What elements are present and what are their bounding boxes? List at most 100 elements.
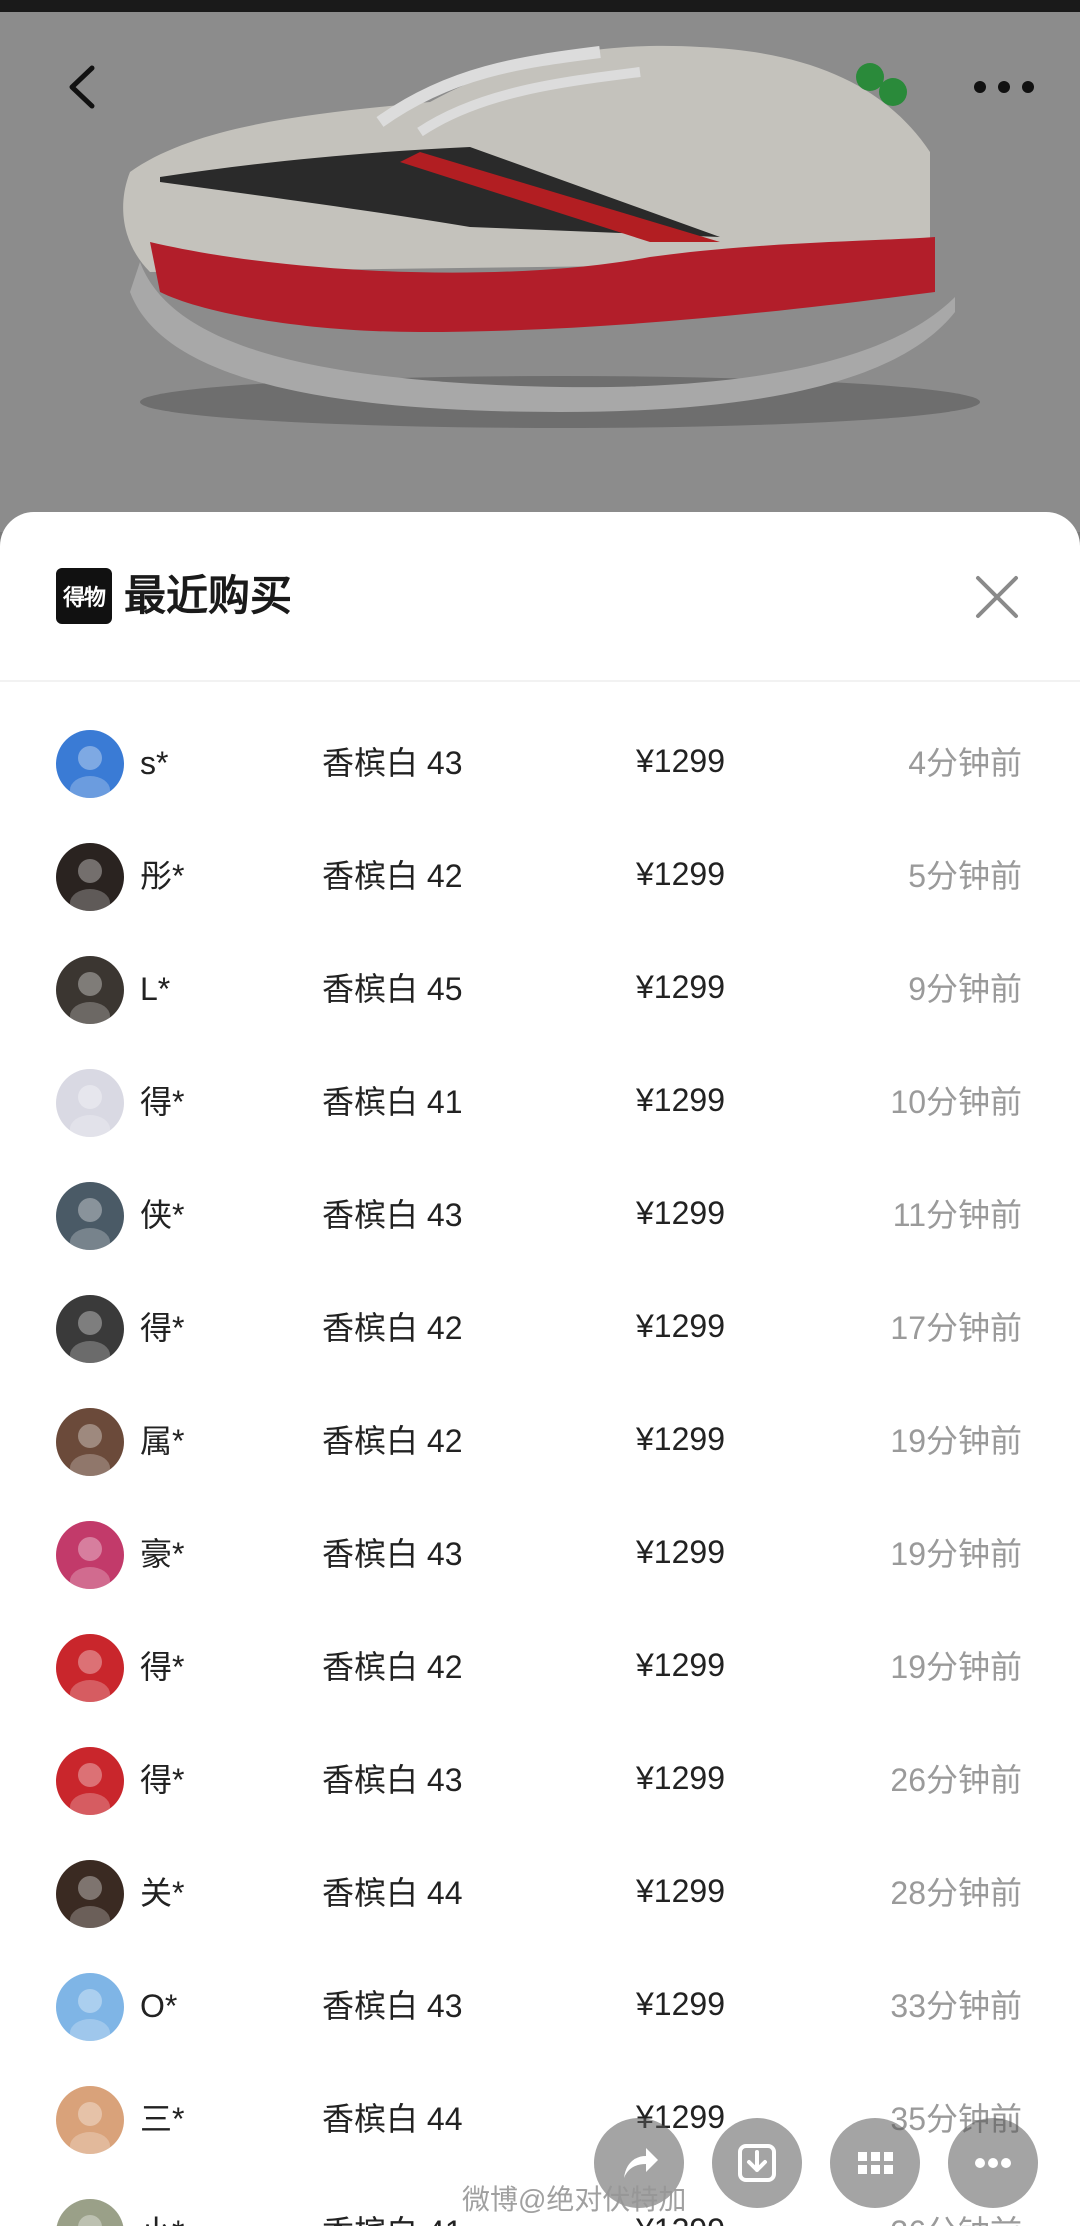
avatar-image	[56, 1860, 124, 1928]
close-button[interactable]	[972, 572, 1022, 622]
more-button[interactable]	[960, 57, 1050, 117]
chevron-left-icon	[69, 65, 95, 109]
product-spec: 香槟白 41	[322, 1084, 463, 1120]
purchase-price: ¥1299	[636, 1082, 725, 1118]
purchase-row: 侠* 香槟白 43 ¥1299 11分钟前	[0, 1160, 1080, 1273]
buyer-name: 三*	[140, 2101, 185, 2137]
purchase-row: O* 香槟白 43 ¥1299 33分钟前	[0, 1951, 1080, 2064]
purchase-row: 得* 香槟白 41 ¥1299 10分钟前	[0, 1047, 1080, 1160]
product-spec: 香槟白 45	[322, 971, 463, 1007]
buyer-name: s*	[140, 745, 169, 781]
purchase-time: 19分钟前	[890, 1649, 1022, 1685]
product-spec: 香槟白 43	[322, 1197, 463, 1233]
purchase-time: 19分钟前	[890, 1536, 1022, 1572]
purchase-row: 得* 香槟白 42 ¥1299 17分钟前	[0, 1273, 1080, 1386]
sheet-header: 得物 最近购买	[0, 512, 1080, 682]
avatar[interactable]	[56, 1295, 124, 1363]
buyer-name: O*	[140, 1988, 178, 2024]
buyer-name: 彤*	[140, 858, 185, 894]
purchase-price: ¥1299	[636, 1986, 725, 2022]
product-spec: 香槟白 41	[322, 2207, 463, 2226]
grid-icon	[858, 2152, 893, 2174]
purchase-row: 得* 香槟白 43 ¥1299 26分钟前	[0, 1725, 1080, 1838]
purchase-price: ¥1299	[636, 1195, 725, 1231]
avatar-image	[56, 1295, 124, 1363]
more-dots-icon	[975, 2158, 1011, 2168]
product-spec: 香槟白 43	[322, 745, 463, 781]
purchase-time: 19分钟前	[890, 1423, 1022, 1459]
avatar[interactable]	[56, 1860, 124, 1928]
avatar-image	[56, 843, 124, 911]
purchase-time: 10分钟前	[890, 1084, 1022, 1120]
download-button[interactable]	[712, 2118, 802, 2208]
buyer-name: 小*	[140, 2207, 184, 2226]
purchase-price: ¥1299	[636, 1308, 725, 1344]
product-spec: 香槟白 44	[322, 1875, 463, 1911]
avatar-image	[56, 1747, 124, 1815]
avatar-image	[56, 1634, 124, 1702]
avatar[interactable]	[56, 1634, 124, 1702]
purchase-price: ¥1299	[636, 743, 725, 779]
purchase-price: ¥1299	[636, 856, 725, 892]
product-spec: 香槟白 42	[322, 1423, 463, 1459]
avatar[interactable]	[56, 1747, 124, 1815]
avatar[interactable]	[56, 1408, 124, 1476]
product-spec: 香槟白 43	[322, 1988, 463, 2024]
purchase-time: 11分钟前	[892, 1197, 1022, 1233]
sneaker-illustration	[0, 12, 1080, 532]
purchase-price: ¥1299	[636, 1534, 725, 1570]
purchase-time: 33分钟前	[890, 1988, 1022, 2024]
purchase-time: 36分钟前	[890, 2207, 1022, 2226]
watermark: 微博@绝对伏特加	[462, 2184, 687, 2215]
more-dots-icon	[974, 81, 1034, 93]
avatar-image	[56, 1521, 124, 1589]
product-spec: 香槟白 44	[322, 2101, 463, 2137]
purchase-price: ¥1299	[636, 1760, 725, 1796]
avatar-image	[56, 1973, 124, 2041]
avatar-image	[56, 1408, 124, 1476]
download-icon	[738, 2144, 776, 2182]
back-button[interactable]	[50, 52, 120, 122]
product-image	[0, 12, 1080, 532]
grid-button[interactable]	[830, 2118, 920, 2208]
purchase-price: ¥1299	[636, 1421, 725, 1457]
overflow-button[interactable]	[948, 2118, 1038, 2208]
product-spec: 香槟白 43	[322, 1762, 463, 1798]
dewu-logo: 得物	[56, 568, 112, 624]
avatar[interactable]	[56, 1069, 124, 1137]
purchase-row: L* 香槟白 45 ¥1299 9分钟前	[0, 934, 1080, 1047]
purchase-row: s* 香槟白 43 ¥1299 4分钟前	[0, 708, 1080, 821]
buyer-name: L*	[140, 971, 171, 1007]
purchase-time: 26分钟前	[890, 1762, 1022, 1798]
product-spec: 香槟白 43	[322, 1536, 463, 1572]
avatar-image	[56, 1182, 124, 1250]
purchase-price: ¥1299	[636, 1647, 725, 1683]
avatar-image	[56, 730, 124, 798]
status-bar	[0, 0, 1080, 12]
buyer-name: 关*	[140, 1875, 185, 1911]
avatar[interactable]	[56, 730, 124, 798]
product-spec: 香槟白 42	[322, 858, 463, 894]
purchase-price: ¥1299	[636, 969, 725, 1005]
avatar-image	[56, 2199, 124, 2226]
purchase-time: 17分钟前	[890, 1310, 1022, 1346]
purchase-row: 得* 香槟白 42 ¥1299 19分钟前	[0, 1612, 1080, 1725]
purchase-time: 4分钟前	[908, 745, 1022, 781]
avatar[interactable]	[56, 1182, 124, 1250]
avatar[interactable]	[56, 956, 124, 1024]
purchase-time: 28分钟前	[890, 1875, 1022, 1911]
product-spec: 香槟白 42	[322, 1649, 463, 1685]
purchase-time: 5分钟前	[908, 858, 1022, 894]
avatar[interactable]	[56, 2199, 124, 2226]
avatar[interactable]	[56, 2086, 124, 2154]
buyer-name: 豪*	[140, 1536, 185, 1572]
recent-purchases-sheet: 得物 最近购买 s* 香槟白 43 ¥1299 4分钟前彤* 香槟白 42 ¥1299 5分…	[0, 512, 1080, 2226]
buyer-name: 侠*	[140, 1197, 185, 1233]
buyer-name: 得*	[140, 1649, 185, 1685]
purchase-row: 属* 香槟白 42 ¥1299 19分钟前	[0, 1386, 1080, 1499]
avatar-image	[56, 1069, 124, 1137]
avatar[interactable]	[56, 1973, 124, 2041]
avatar[interactable]	[56, 1521, 124, 1589]
buyer-name: 得*	[140, 1762, 185, 1798]
avatar[interactable]	[56, 843, 124, 911]
